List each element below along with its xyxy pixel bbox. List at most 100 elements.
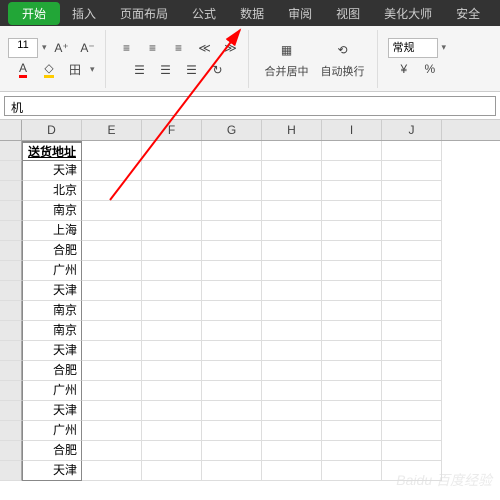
cell[interactable] <box>322 241 382 261</box>
cell[interactable] <box>142 441 202 461</box>
number-format-select[interactable]: 常规 <box>388 38 438 58</box>
cell[interactable] <box>202 221 262 241</box>
cell[interactable] <box>202 181 262 201</box>
cell[interactable] <box>142 201 202 221</box>
percent-button[interactable]: % <box>419 58 441 80</box>
cell[interactable] <box>82 421 142 441</box>
cell[interactable] <box>82 441 142 461</box>
cell[interactable] <box>382 421 442 441</box>
cell[interactable] <box>142 181 202 201</box>
fill-color-button[interactable]: ◇ <box>38 59 60 81</box>
cell[interactable] <box>142 221 202 241</box>
cell[interactable] <box>82 341 142 361</box>
cell[interactable]: 合肥 <box>22 241 82 261</box>
cell[interactable] <box>262 321 322 341</box>
cell[interactable] <box>82 221 142 241</box>
cell[interactable] <box>142 341 202 361</box>
decrease-font-button[interactable]: A⁻ <box>77 37 99 59</box>
cell[interactable] <box>82 401 142 421</box>
cell[interactable] <box>202 281 262 301</box>
cell[interactable] <box>202 201 262 221</box>
tab-layout[interactable]: 页面布局 <box>108 1 180 26</box>
cell[interactable] <box>382 241 442 261</box>
cell[interactable] <box>262 381 322 401</box>
cell[interactable] <box>82 241 142 261</box>
tab-security[interactable]: 安全 <box>444 1 492 26</box>
cell[interactable] <box>322 361 382 381</box>
merge-center-button[interactable]: ▦ 合并居中 <box>259 37 315 81</box>
tab-review[interactable]: 审阅 <box>276 1 324 26</box>
row-header[interactable] <box>0 421 22 441</box>
cell[interactable] <box>142 241 202 261</box>
dropdown-icon[interactable]: ▾ <box>90 64 95 75</box>
cell[interactable] <box>322 401 382 421</box>
cell[interactable] <box>322 261 382 281</box>
col-header[interactable]: E <box>82 120 142 140</box>
tab-data[interactable]: 数据 <box>228 1 276 26</box>
cell[interactable]: 天津 <box>22 461 82 481</box>
cell[interactable] <box>142 461 202 481</box>
cell[interactable] <box>82 261 142 281</box>
cell[interactable] <box>322 321 382 341</box>
cell[interactable] <box>262 301 322 321</box>
cell[interactable] <box>202 321 262 341</box>
row-header[interactable] <box>0 401 22 421</box>
cell[interactable]: 天津 <box>22 161 82 181</box>
cell[interactable] <box>262 441 322 461</box>
cell[interactable] <box>322 201 382 221</box>
cell[interactable] <box>322 281 382 301</box>
cell[interactable] <box>142 161 202 181</box>
cell[interactable] <box>142 261 202 281</box>
row-header[interactable] <box>0 181 22 201</box>
cell[interactable]: 天津 <box>22 281 82 301</box>
cell[interactable] <box>202 401 262 421</box>
cell[interactable] <box>322 301 382 321</box>
row-header[interactable] <box>0 341 22 361</box>
tab-formula[interactable]: 公式 <box>180 1 228 26</box>
cell[interactable] <box>382 361 442 381</box>
orientation-button[interactable]: ↻ <box>207 59 229 81</box>
align-left-button[interactable]: ☰ <box>129 59 151 81</box>
cell[interactable] <box>262 261 322 281</box>
cell[interactable] <box>82 381 142 401</box>
col-header[interactable]: J <box>382 120 442 140</box>
row-header[interactable] <box>0 221 22 241</box>
cell[interactable]: 天津 <box>22 341 82 361</box>
cell[interactable] <box>262 341 322 361</box>
dropdown-icon[interactable]: ▾ <box>442 42 447 53</box>
col-header[interactable]: F <box>142 120 202 140</box>
cell[interactable] <box>202 461 262 481</box>
border-button[interactable]: 田 <box>64 59 86 81</box>
cell[interactable] <box>322 341 382 361</box>
cell[interactable] <box>382 301 442 321</box>
cell[interactable] <box>322 181 382 201</box>
cell[interactable] <box>82 181 142 201</box>
currency-button[interactable]: ¥ <box>393 58 415 80</box>
cell[interactable] <box>382 161 442 181</box>
cell[interactable] <box>382 201 442 221</box>
cell[interactable] <box>202 441 262 461</box>
cell[interactable] <box>382 181 442 201</box>
col-header[interactable]: G <box>202 120 262 140</box>
cell[interactable] <box>202 421 262 441</box>
cell[interactable] <box>262 161 322 181</box>
tab-beautify[interactable]: 美化大师 <box>372 1 444 26</box>
indent-decrease-button[interactable]: ≪ <box>194 37 216 59</box>
cell[interactable] <box>262 401 322 421</box>
cell[interactable]: 合肥 <box>22 361 82 381</box>
align-center-button[interactable]: ☰ <box>155 59 177 81</box>
cell[interactable] <box>142 301 202 321</box>
cell[interactable] <box>382 381 442 401</box>
cell[interactable] <box>82 141 142 161</box>
cell[interactable] <box>262 361 322 381</box>
cell[interactable] <box>382 221 442 241</box>
cell[interactable] <box>142 281 202 301</box>
cell[interactable] <box>82 461 142 481</box>
cell[interactable] <box>262 181 322 201</box>
cell[interactable] <box>202 261 262 281</box>
cell[interactable] <box>202 301 262 321</box>
cell[interactable]: 北京 <box>22 181 82 201</box>
cell[interactable] <box>82 361 142 381</box>
cell[interactable] <box>82 161 142 181</box>
row-header[interactable] <box>0 361 22 381</box>
